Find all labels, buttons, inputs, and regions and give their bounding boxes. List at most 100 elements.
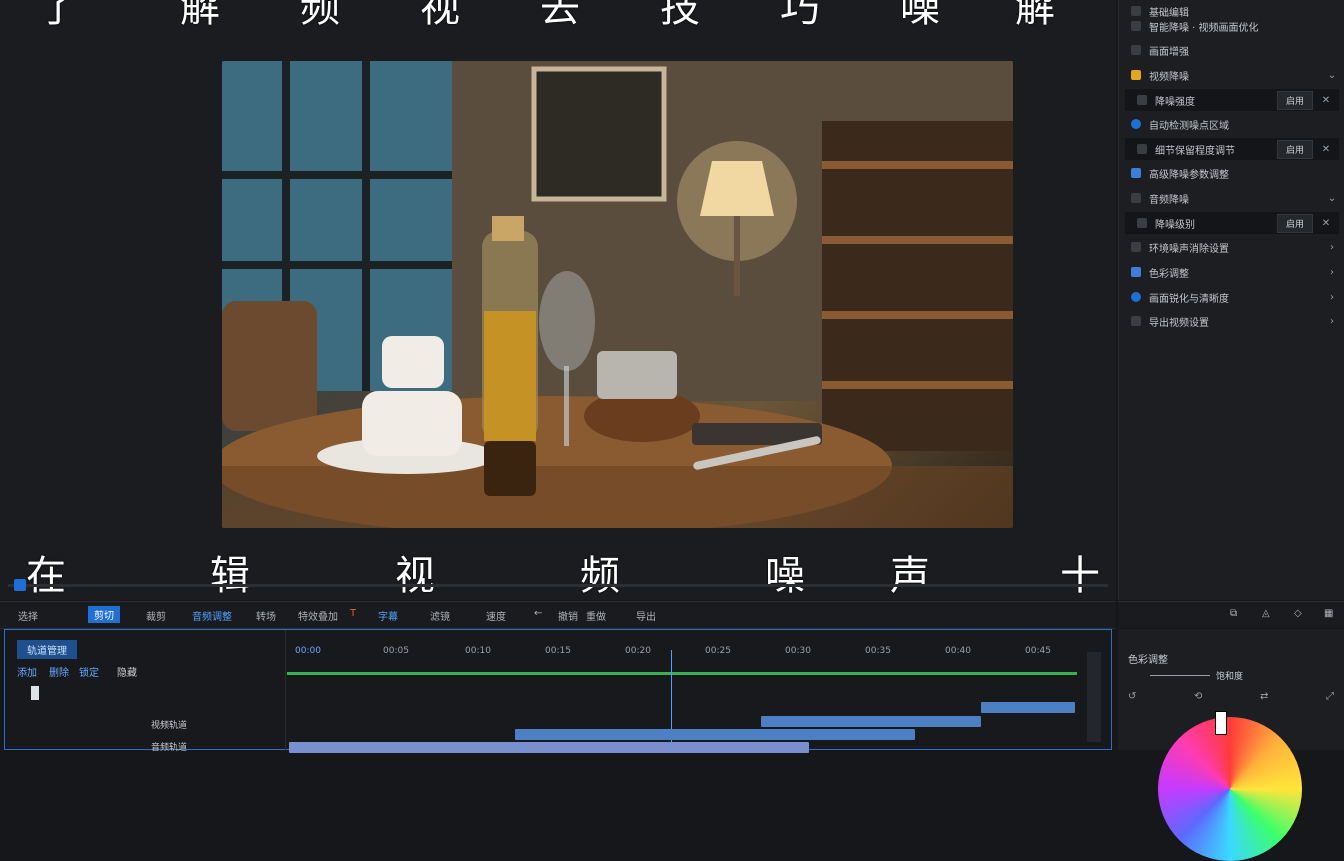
scrubber-track[interactable] [8, 584, 1108, 587]
toolbar-audio[interactable]: 音频调整 [192, 608, 232, 623]
saturation-slider[interactable] [1150, 675, 1210, 676]
saturation-label: 饱和度 [1216, 672, 1244, 682]
color-panel: 色彩调整 饱和度 ↺ ⟲ ⇄ ⤢ [1118, 629, 1344, 861]
keyframe-icon[interactable]: ◇ [1294, 608, 1302, 619]
flip-icon[interactable]: ⇄ [1260, 691, 1268, 702]
playback-scrubber[interactable] [8, 576, 1108, 596]
delete-track-button[interactable]: 删除 [49, 664, 69, 679]
close-icon[interactable]: ✕ [1319, 95, 1333, 106]
panel-row-icon [1131, 292, 1141, 302]
panel-row[interactable]: 环境噪声消除设置 › [1119, 236, 1344, 258]
toolbar-subtitle[interactable]: 字幕 [378, 608, 398, 623]
chevron-right-icon[interactable]: › [1325, 242, 1339, 253]
timeline-clip[interactable] [761, 716, 981, 727]
close-icon[interactable]: ✕ [1319, 218, 1333, 229]
panel-row-icon [1137, 144, 1147, 154]
toolbar-text[interactable]: T [350, 608, 356, 619]
timeline-tick: 00:15 [545, 646, 571, 656]
panel-row[interactable]: 高级降噪参数调整 [1119, 162, 1344, 184]
panel-row-icon [1131, 45, 1141, 55]
enable-button[interactable]: 启用 [1276, 213, 1313, 233]
subtitle-top-char: 视 [420, 0, 460, 31]
chevron-down-icon[interactable]: ⌄ [1325, 70, 1339, 81]
timeline-clip[interactable] [289, 742, 809, 753]
panel-row-icon [1131, 21, 1141, 31]
reset-icon[interactable]: ↺ [1128, 691, 1136, 702]
panel-row[interactable]: 导出视频设置 › [1119, 310, 1344, 332]
chevron-right-icon[interactable]: › [1325, 316, 1339, 327]
toolbar-undo[interactable]: 撤销 [558, 608, 578, 623]
properties-panel: 基础编辑 智能降噪 · 视频画面优化 画面增强 视频降噪 ⌄ 降噪强度 启用 ✕ 自动… [1118, 0, 1344, 600]
panel-row[interactable]: 色彩调整 › [1119, 261, 1344, 283]
panel-subrow[interactable]: 降噪强度 启用 ✕ [1125, 89, 1339, 111]
panel-row[interactable]: 画面锐化与清晰度 › [1119, 286, 1344, 308]
mask-icon[interactable]: ◬ [1262, 608, 1270, 619]
panel-subrow[interactable]: 降噪级别 启用 ✕ [1125, 212, 1339, 234]
panel-row-icon [1131, 267, 1141, 277]
panel-row[interactable]: 自动检测噪点区域 [1119, 113, 1344, 135]
color-wheel-handle[interactable] [1215, 711, 1227, 735]
panel-row-icon [1131, 242, 1141, 252]
expand-icon[interactable]: ⤢ [1326, 691, 1334, 702]
color-wheel[interactable] [1158, 717, 1302, 861]
rotate-icon[interactable]: ⟲ [1194, 691, 1202, 702]
toolbar-transition[interactable]: 转场 [256, 608, 276, 623]
video-preview-frame[interactable] [222, 61, 1013, 528]
timeline-scrollbar[interactable] [1087, 652, 1101, 742]
timeline-tick: 00:35 [865, 646, 891, 656]
enable-button[interactable]: 启用 [1276, 90, 1313, 110]
subtitle-top-char: 巧 [780, 0, 820, 31]
timeline-tick: 00:05 [383, 646, 409, 656]
toolbar-select[interactable]: 选择 [18, 608, 38, 623]
panel-row-icon [1131, 119, 1141, 129]
panel-section-video-denoise[interactable]: 视频降噪 ⌄ [1119, 64, 1344, 86]
panel-row-icon [1131, 168, 1141, 178]
timeline: 轨道管理 添加 删除 锁定 隐藏 视频轨道 音频轨道 00:00 00:05 0… [4, 629, 1112, 753]
track-label-video: 视频轨道 [151, 721, 188, 731]
edit-toolbar: 选择 剪切 裁剪 音频调整 转场 特效叠加 T 字幕 滤镜 速度 ← 撤销 重做… [0, 601, 1116, 629]
grid-icon[interactable]: ▦ [1324, 608, 1333, 619]
add-track-button[interactable]: 添加 [17, 664, 37, 679]
enable-button[interactable]: 启用 [1276, 139, 1313, 159]
panel-row[interactable]: 智能降噪 · 视频画面优化 [1119, 15, 1344, 37]
chevron-right-icon[interactable]: › [1325, 292, 1339, 303]
toolbar-speed[interactable]: 速度 [486, 608, 506, 623]
copy-icon[interactable]: ⧉ [1230, 608, 1237, 619]
panel-row-icon [1137, 95, 1147, 105]
subtitle-top-char: 技 [660, 0, 700, 31]
timeline-clip[interactable] [981, 702, 1075, 713]
hide-track-button[interactable]: 隐藏 [117, 664, 137, 679]
toolbar-effects[interactable]: 特效叠加 [298, 608, 338, 623]
timeline-tick: 00:10 [465, 646, 491, 656]
panel-tool-strip: ⧉ ◬ ◇ ▦ [1118, 601, 1344, 628]
toolbar-redo[interactable]: 重做 [586, 608, 606, 623]
subtitle-top-char: 了 [38, 0, 78, 31]
chevron-right-icon[interactable]: › [1325, 267, 1339, 278]
panel-row-icon [1131, 70, 1141, 80]
chevron-down-icon[interactable]: ⌄ [1325, 193, 1339, 204]
arrow-left-icon[interactable]: ← [534, 608, 542, 619]
close-icon[interactable]: ✕ [1319, 144, 1333, 155]
color-panel-title: 色彩调整 [1128, 655, 1168, 666]
toolbar-crop[interactable]: 裁剪 [146, 608, 166, 623]
timeline-tick: 00:00 [295, 646, 321, 656]
timeline-tick: 00:45 [1025, 646, 1051, 656]
timeline-tick: 00:30 [785, 646, 811, 656]
track-label-audio: 音频轨道 [151, 743, 188, 753]
panel-row-icon [1131, 193, 1141, 203]
timeline-track-header: 轨道管理 添加 删除 锁定 隐藏 视频轨道 音频轨道 [5, 630, 286, 753]
timeline-progress-track [287, 672, 1077, 675]
lock-track-button[interactable]: 锁定 [79, 664, 99, 679]
toolbar-cut[interactable]: 剪切 [88, 606, 120, 623]
toolbar-filter[interactable]: 滤镜 [430, 608, 450, 623]
panel-row-icon [1131, 316, 1141, 326]
panel-row[interactable]: 画面增强 [1119, 39, 1344, 61]
subtitle-top-char: 解 [1015, 0, 1055, 31]
panel-subrow[interactable]: 细节保留程度调节 启用 ✕ [1125, 138, 1339, 160]
panel-section-audio-denoise[interactable]: 音频降噪 ⌄ [1119, 187, 1344, 209]
color-tool-row: ↺ ⟲ ⇄ ⤢ [1128, 691, 1334, 702]
toolbar-export[interactable]: 导出 [636, 608, 656, 623]
timeline-clip[interactable] [515, 729, 915, 740]
cursor-icon [31, 686, 39, 700]
scrubber-handle[interactable] [14, 579, 26, 591]
